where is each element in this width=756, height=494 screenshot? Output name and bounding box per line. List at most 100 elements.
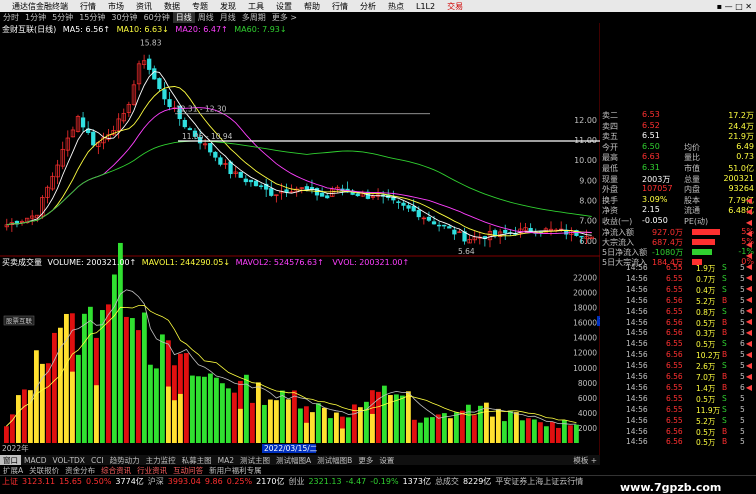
menu-data[interactable]: 数据 bbox=[158, 1, 186, 12]
menu-topic[interactable]: 专题 bbox=[186, 1, 214, 12]
tick-direction: S bbox=[722, 361, 727, 371]
cy-label[interactable]: 创业 bbox=[286, 476, 306, 487]
trade-button[interactable]: 交易 bbox=[441, 1, 469, 12]
template-button[interactable]: 模板 + bbox=[570, 455, 600, 466]
kline-chart[interactable]: 12.0011.0010.009.008.007.006.0012.31 - 1… bbox=[0, 23, 600, 455]
volume-bar bbox=[568, 425, 573, 443]
side-panel-toggle[interactable]: ◀ ◀ ◀ ◀ ◀ ◀ ◀ ◀ ◀ ◀ ◀ ◀ ◀ ◀ ◀ ◀ ◀ ◀ bbox=[742, 195, 756, 393]
tick-row: 14:56 6.55 11.9万 S 5 bbox=[600, 405, 756, 416]
indicator-tabs: 窗口 MACD VOL-TDX CCI 趋势动力 主力监控 私募主图 MA2 测试主图 测试幅图A… bbox=[0, 454, 600, 466]
candle-body bbox=[452, 229, 457, 235]
capital-flow-row: 5日净流入额 -1080万 -1% bbox=[600, 247, 756, 258]
tick-volume: 0.7万 bbox=[696, 274, 716, 284]
volume-bar bbox=[142, 312, 147, 443]
tab-hot[interactable]: 热点 bbox=[382, 1, 410, 12]
period-tab-0[interactable]: 分时 bbox=[0, 12, 22, 23]
tick-time: 14:56 bbox=[626, 284, 648, 294]
volume-bar bbox=[532, 419, 537, 443]
indicator-tab-1[interactable]: MACD bbox=[21, 456, 49, 465]
candle-body bbox=[431, 221, 437, 225]
period-tab-1[interactable]: 1分钟 bbox=[22, 12, 49, 23]
sz-label[interactable]: 沪深 bbox=[146, 476, 166, 487]
volume-bar bbox=[310, 412, 315, 443]
candle-body bbox=[157, 78, 162, 89]
extension-tab-6[interactable]: 新用户福利专属 bbox=[206, 465, 265, 476]
menu-news[interactable]: 资讯 bbox=[130, 1, 158, 12]
menu-hq[interactable]: 行情 bbox=[74, 1, 102, 12]
volume-bar-part bbox=[178, 393, 183, 443]
volume-bar bbox=[118, 242, 123, 443]
menu-discover[interactable]: 发现 bbox=[214, 1, 242, 12]
extension-tab-1[interactable]: 关联报价 bbox=[26, 465, 62, 476]
volume-title: 买卖成交量 bbox=[2, 258, 42, 267]
tick-time: 14:56 bbox=[626, 328, 648, 338]
period-tab-2[interactable]: 5分钟 bbox=[49, 12, 76, 23]
ma10-line bbox=[6, 86, 592, 237]
menu-help[interactable]: 帮助 bbox=[298, 1, 326, 12]
sh-label[interactable]: 上证 bbox=[0, 476, 20, 487]
tab-l1l2[interactable]: L1L2 bbox=[410, 2, 441, 11]
volume-tick-label: 8000 bbox=[578, 379, 597, 388]
candle-body bbox=[406, 205, 411, 209]
extension-tab-3[interactable]: 综合资讯 bbox=[98, 465, 134, 476]
period-tab-4[interactable]: 30分钟 bbox=[108, 12, 140, 23]
candle-body bbox=[162, 89, 167, 100]
window-controls[interactable]: ▪ — □ ✕ bbox=[713, 2, 756, 11]
tick-price: 6.55 bbox=[666, 284, 683, 294]
indicator-tab-12[interactable]: 设置 bbox=[376, 455, 397, 466]
volume-bar bbox=[220, 383, 225, 443]
period-tab-6[interactable]: 日线 bbox=[172, 12, 195, 23]
volume-bar bbox=[490, 416, 495, 443]
volume-bar bbox=[574, 424, 579, 443]
indicator-tab-2[interactable]: VOL-TDX bbox=[49, 456, 87, 465]
extension-tab-4[interactable]: 行业资讯 bbox=[134, 465, 170, 476]
period-tab-5[interactable]: 60分钟 bbox=[141, 12, 173, 23]
volume-bar bbox=[406, 391, 411, 443]
candle-body bbox=[182, 119, 187, 128]
volume-bar bbox=[334, 412, 339, 443]
quote-row: 收益(一) -0.050 PE(动) bbox=[600, 216, 756, 227]
sh-value: 3123.11 bbox=[22, 477, 56, 486]
candle-body bbox=[396, 201, 401, 203]
extension-tab-0[interactable]: 扩展A bbox=[0, 465, 26, 476]
tick-price: 6.55 bbox=[666, 339, 683, 349]
tab-quote[interactable]: 行情 bbox=[326, 1, 354, 12]
tick-volume: 0.5万 bbox=[696, 394, 716, 404]
tick-volume: 5.2万 bbox=[696, 296, 716, 306]
period-tab-9[interactable]: 多周期 bbox=[239, 12, 269, 23]
indicator-tab-7[interactable]: MA2 bbox=[215, 456, 237, 465]
extension-tab-5[interactable]: 互动问答 bbox=[170, 465, 206, 476]
volume-bar bbox=[208, 373, 213, 443]
indicator-tab-11[interactable]: 更多 bbox=[355, 455, 376, 466]
year-label: 2022年 bbox=[2, 443, 29, 453]
menu-market[interactable]: 市场 bbox=[102, 1, 130, 12]
quote-panel: 卖二 6.53 17.2万 卖四 6.52 24.4万 卖五 6.51 21.9万 今开 6.50 均… bbox=[600, 110, 756, 462]
period-tab-8[interactable]: 月线 bbox=[217, 12, 239, 23]
period-tab-10[interactable]: 更多 > bbox=[269, 12, 300, 23]
volume-bar bbox=[268, 399, 273, 443]
indicator-tab-9[interactable]: 测试幅图A bbox=[273, 455, 314, 466]
volume-bar bbox=[502, 421, 507, 443]
period-tab-3[interactable]: 15分钟 bbox=[76, 12, 108, 23]
menu-tools[interactable]: 工具 bbox=[242, 1, 270, 12]
quote-volume: 21.9万 bbox=[728, 132, 754, 142]
tick-row: 14:56 6.56 0.5万 B 5 bbox=[600, 427, 756, 438]
candle-body bbox=[187, 128, 193, 131]
quote-value: 6.31 bbox=[642, 163, 660, 172]
menu-settings[interactable]: 设置 bbox=[270, 1, 298, 12]
indicator-tab-10[interactable]: 测试幅图B bbox=[314, 455, 355, 466]
tick-direction: B bbox=[722, 295, 728, 305]
indicator-tab-3[interactable]: CCI bbox=[88, 456, 107, 465]
period-tab-7[interactable]: 周线 bbox=[195, 12, 217, 23]
volume-bar bbox=[124, 316, 129, 443]
quote-label2: 总量 bbox=[684, 174, 700, 184]
candle-body bbox=[167, 99, 172, 108]
volume-bar bbox=[184, 353, 189, 443]
volume-bar-part bbox=[70, 371, 75, 443]
extension-tab-2[interactable]: 资金分布 bbox=[62, 465, 98, 476]
volume-bar bbox=[454, 412, 459, 443]
tab-analysis[interactable]: 分析 bbox=[354, 1, 382, 12]
tick-count: 5 bbox=[740, 426, 745, 436]
price-tick-label: 7.00 bbox=[579, 217, 597, 226]
tick-direction: S bbox=[722, 339, 727, 349]
